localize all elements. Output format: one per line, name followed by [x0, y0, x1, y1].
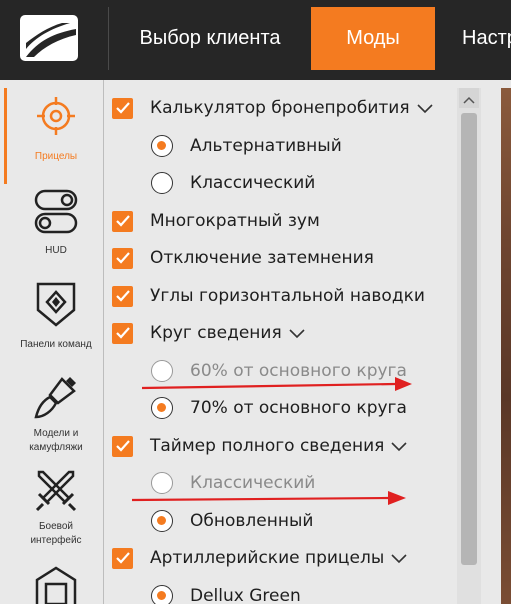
- chevron-down-icon[interactable]: [289, 324, 305, 343]
- option-label: Классический: [190, 173, 316, 193]
- radio-alternative[interactable]: Альтернативный: [151, 134, 342, 158]
- checkbox-checked-icon[interactable]: [112, 322, 133, 344]
- radio-dellux-green[interactable]: Dellux Green: [151, 584, 301, 604]
- app-logo-icon: [18, 13, 80, 63]
- radio-selected-icon[interactable]: [151, 585, 173, 604]
- checkbox-checked-icon[interactable]: [112, 285, 133, 307]
- sidebar-item-label: Прицелы: [34, 151, 78, 162]
- sidebar-item-command-panels[interactable]: Панели команд: [8, 280, 104, 352]
- sidebar-item-battle-interface[interactable]: Боевой интерфейс: [8, 468, 104, 548]
- option-aim-timer[interactable]: Таймер полного сведения: [112, 434, 407, 458]
- option-armor-calculator[interactable]: Калькулятор бронепробития: [112, 96, 433, 120]
- category-sidebar: Прицелы HUD Панели команд Модели и камуф…: [0, 80, 104, 604]
- scrollbar-thumb[interactable]: [461, 113, 477, 565]
- chevron-down-icon[interactable]: [391, 549, 407, 568]
- sidebar-item-hangar[interactable]: [8, 564, 104, 604]
- checkbox-checked-icon[interactable]: [112, 97, 133, 119]
- top-nav-bar: Выбор клиента Моды Настр: [0, 0, 511, 80]
- chevron-down-icon[interactable]: [416, 99, 433, 118]
- toggle-icon: [33, 188, 79, 236]
- sidebar-item-sights[interactable]: Прицелы: [8, 96, 104, 164]
- preview-image: [501, 88, 511, 604]
- sidebar-item-label: HUD: [45, 245, 67, 256]
- hangar-icon: [33, 564, 79, 604]
- option-disable-darkening[interactable]: Отключение затемнения: [112, 246, 374, 270]
- tab-mods[interactable]: Моды: [311, 7, 435, 70]
- crosshair-icon: [36, 96, 76, 136]
- checkbox-checked-icon[interactable]: [112, 247, 133, 269]
- option-horizontal-angles[interactable]: Углы горизонтальной наводки: [112, 284, 425, 308]
- sights-options-list: Калькулятор бронепробития Альтернативный…: [105, 80, 457, 604]
- radio-selected-icon[interactable]: [151, 397, 173, 419]
- radio-unselected-icon[interactable]: [151, 172, 173, 194]
- radio-selected-icon[interactable]: [151, 510, 173, 532]
- option-label: Многократный зум: [150, 211, 320, 231]
- scroll-up-button[interactable]: [459, 88, 479, 108]
- sidebar-item-label: Боевой интерфейс: [30, 521, 82, 546]
- active-indicator: [4, 88, 7, 184]
- option-label: Таймер полного сведения: [150, 436, 385, 456]
- sidebar-item-models[interactable]: Модели и камуфляжи: [8, 373, 104, 455]
- option-label: Круг сведения: [150, 323, 282, 343]
- radio-classic[interactable]: Классический: [151, 171, 315, 195]
- option-multi-zoom[interactable]: Многократный зум: [112, 209, 320, 233]
- checkbox-checked-icon[interactable]: [112, 210, 133, 232]
- option-label: 70% от основного круга: [190, 398, 407, 418]
- annotation-arrow-icon: [131, 491, 406, 505]
- radio-circle-70[interactable]: 70% от основного круга: [151, 396, 407, 420]
- sidebar-item-label: Панели команд: [20, 339, 92, 350]
- paint-brush-icon: [32, 373, 80, 421]
- option-label: Dellux Green: [190, 586, 301, 604]
- option-label: Альтернативный: [190, 136, 342, 156]
- crossed-swords-icon: [33, 468, 79, 514]
- sidebar-item-hud[interactable]: HUD: [8, 188, 104, 258]
- chevron-down-icon[interactable]: [391, 437, 407, 456]
- checkbox-checked-icon[interactable]: [112, 435, 133, 457]
- chevron-up-icon: [463, 89, 475, 108]
- option-label: Артиллерийские прицелы: [150, 548, 385, 568]
- annotation-arrow-icon: [141, 377, 412, 391]
- shield-diamond-icon: [34, 280, 78, 328]
- tab-client-select[interactable]: Выбор клиента: [109, 7, 311, 70]
- option-label: Калькулятор бронепробития: [150, 98, 410, 118]
- option-label: Отключение затемнения: [150, 248, 374, 268]
- option-label: Углы горизонтальной наводки: [150, 286, 425, 306]
- option-label: Обновленный: [190, 511, 314, 531]
- option-aiming-circle[interactable]: Круг сведения: [112, 321, 305, 345]
- sidebar-item-label: Модели и камуфляжи: [29, 428, 83, 453]
- tab-settings[interactable]: Настр: [435, 7, 511, 70]
- radio-selected-icon[interactable]: [151, 135, 173, 157]
- checkbox-checked-icon[interactable]: [112, 547, 133, 569]
- radio-timer-updated[interactable]: Обновленный: [151, 509, 313, 533]
- option-artillery-sights[interactable]: Артиллерийские прицелы: [112, 546, 407, 570]
